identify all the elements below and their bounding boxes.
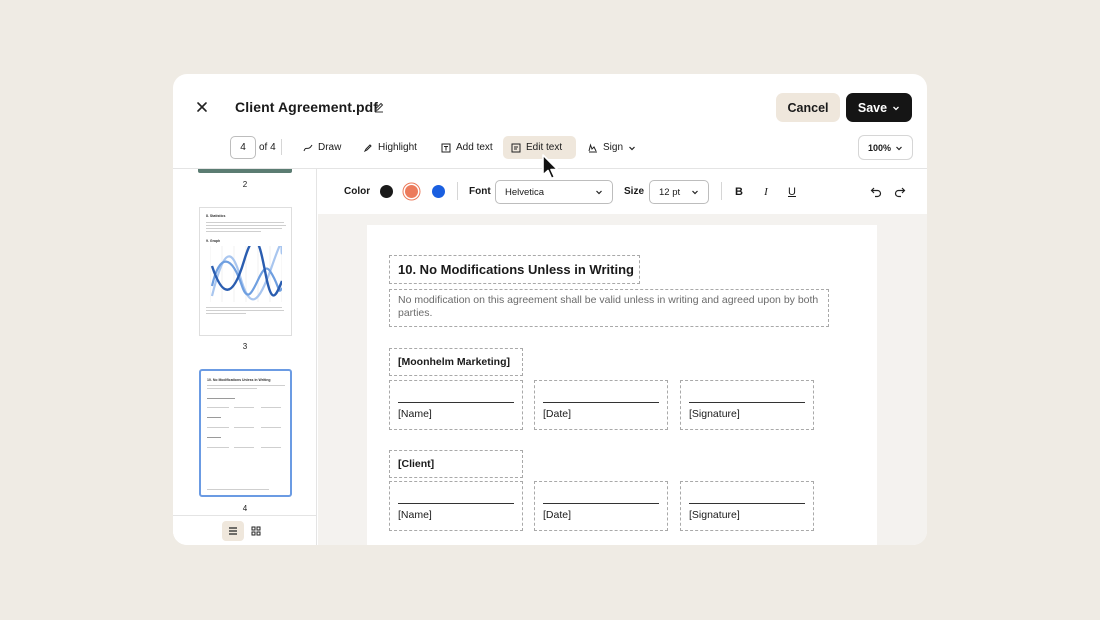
font-label: Font [469,186,491,197]
color-swatch-orange-selected[interactable] [405,185,418,198]
thumbnail-graph [210,246,282,302]
sign-tool[interactable]: Sign [580,136,644,159]
zoom-value: 100% [867,142,892,153]
page-number-input[interactable]: 4 [230,136,256,159]
font-select[interactable]: Helvetica [495,180,613,204]
color-swatch-blue[interactable] [432,185,445,198]
italic-button[interactable]: I [758,184,774,200]
pdf-editor-window: Client Agreement.pdf Cancel Save 4 of 4 … [173,74,927,545]
edit-text-tool[interactable]: Edit text [503,136,576,159]
undo-icon[interactable] [870,186,882,198]
signature-field-signature[interactable]: [Signature] [680,380,814,430]
draw-label: Draw [318,142,342,153]
sign-label: Sign [603,142,624,153]
font-value: Helvetica [505,186,545,198]
draw-tool[interactable]: Draw [295,136,349,159]
chevron-down-icon [893,106,900,110]
format-divider [721,182,722,200]
mouse-pointer-icon [542,154,559,180]
save-button[interactable]: Save [846,93,912,122]
list-icon [229,527,237,535]
list-view-button[interactable] [222,521,244,541]
grid-icon [251,526,261,536]
color-swatch-black[interactable] [380,185,393,198]
signature-field-signature[interactable]: [Signature] [680,481,814,531]
thumbnail-heading: 8. Statistics [206,214,226,218]
page-thumbnails-sidebar: 2 8. Statistics 9. Graph 3 10. No Modifi… [173,169,317,545]
thumbnail-page-4[interactable]: 10. No Modifications Unless in Writing [199,369,292,497]
chevron-down-icon [692,190,698,195]
section-paragraph[interactable]: No modification on this agreement shall … [389,289,829,327]
thumbnail-page-3[interactable]: 8. Statistics 9. Graph [199,207,292,336]
signature-field-date[interactable]: [Date] [534,380,668,430]
size-label: Size [624,186,645,197]
thumbnail-heading: 10. No Modifications Unless in Writing [207,378,271,382]
grid-view-button[interactable] [245,521,267,541]
chevron-down-icon [896,146,902,150]
bold-button[interactable]: B [731,184,747,200]
signature-field-name[interactable]: [Name] [389,380,523,430]
add-text-tool[interactable]: Add text [433,136,501,159]
document-page: 10. No Modifications Unless in Writing N… [367,225,877,545]
field-label: [Name] [398,408,432,420]
highlight-label: Highlight [378,142,417,153]
thumbnail-page-2[interactable] [198,169,292,173]
font-size-select[interactable]: 12 pt [649,180,709,204]
party-name-client[interactable]: [Client] [389,450,523,478]
underline-button[interactable]: U [784,184,800,200]
signature-field-date[interactable]: [Date] [534,481,668,531]
page-count: of 4 [259,142,276,153]
chevron-down-icon [629,146,635,150]
cancel-button[interactable]: Cancel [776,93,840,122]
page-number-label: 4 [242,504,248,513]
field-label: [Name] [398,509,432,521]
document-canvas: 10. No Modifications Unless in Writing N… [318,214,927,545]
add-text-icon [441,143,451,152]
field-label: [Signature] [689,509,740,521]
party-name-company[interactable]: [Moonhelm Marketing] [389,348,523,376]
field-label: [Date] [543,509,572,521]
text-format-bar: Color Font Helvetica Size 12 pt B I U [318,169,927,214]
section-heading[interactable]: 10. No Modifications Unless in Writing [389,255,640,284]
draw-icon [303,144,313,151]
edit-text-icon [511,143,521,152]
chevron-down-icon [596,190,602,195]
redo-icon[interactable] [894,186,906,198]
format-divider [457,182,458,200]
highlighter-icon [363,143,372,152]
color-label: Color [344,186,371,197]
page-number-label: 3 [242,342,248,351]
edit-text-label: Edit text [526,142,563,153]
signature-icon [588,142,597,152]
field-label: [Signature] [689,408,740,420]
signature-field-name[interactable]: [Name] [389,481,523,531]
rename-pencil-icon[interactable] [373,101,385,113]
field-label: [Date] [543,408,572,420]
zoom-dropdown[interactable]: 100% [858,135,913,160]
add-text-label: Add text [456,142,493,153]
close-icon[interactable] [193,98,211,116]
highlight-tool[interactable]: Highlight [355,136,425,159]
save-label: Save [857,100,888,115]
thumbnail-heading: 9. Graph [206,239,221,243]
document-title: Client Agreement.pdf [235,99,379,115]
font-size-value: 12 pt [659,186,681,198]
sidebar-footer [173,515,316,545]
page-number-label: 2 [242,180,248,189]
toolbar-divider [281,139,282,155]
